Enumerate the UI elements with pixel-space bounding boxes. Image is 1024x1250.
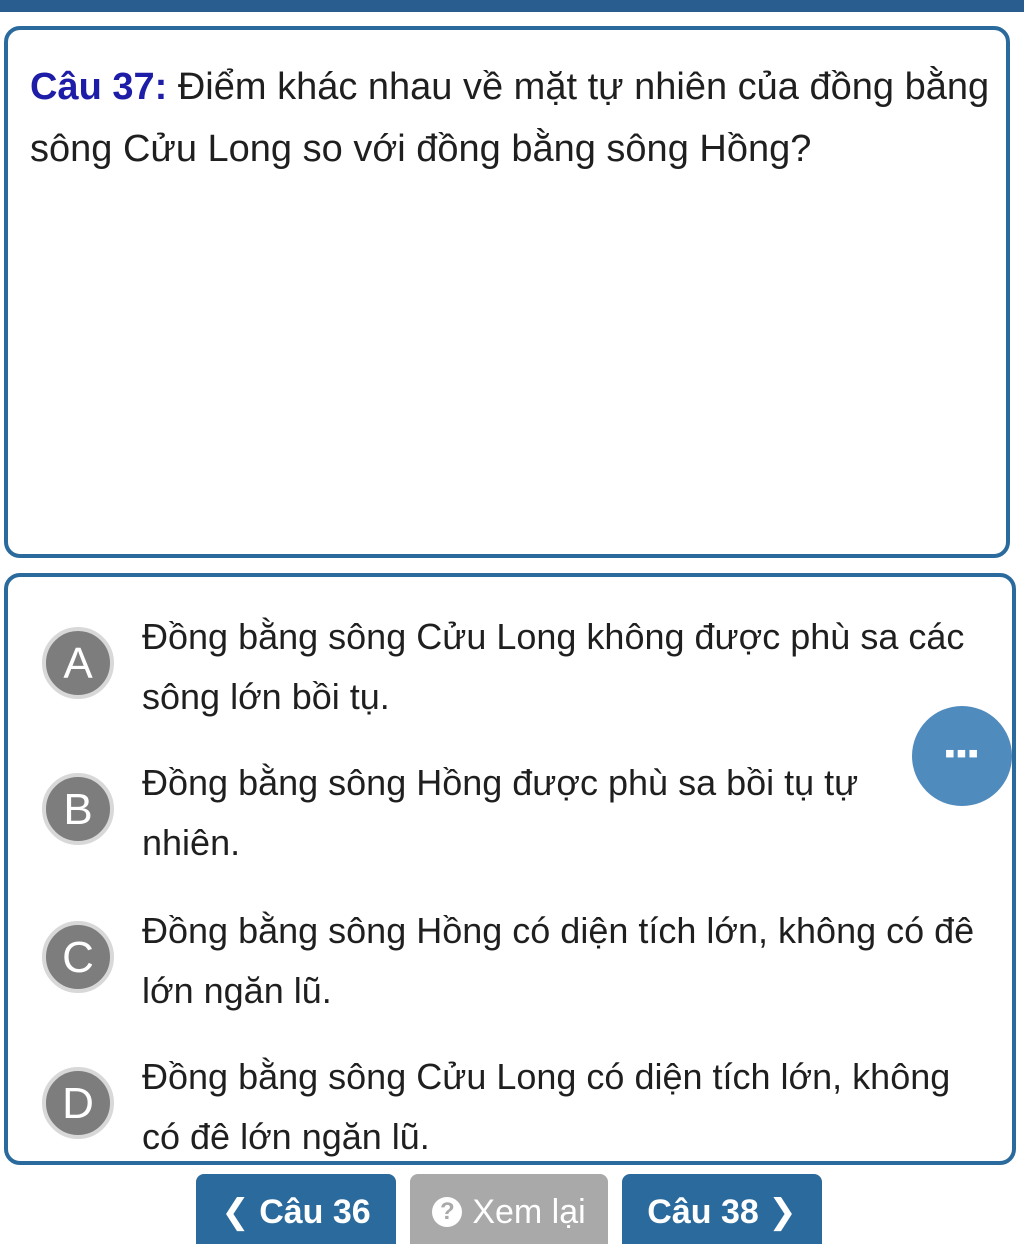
option-d-letter: D — [42, 1067, 114, 1139]
option-c[interactable]: C Đồng bằng sông Hồng có diện tích lớn, … — [8, 889, 988, 1019]
option-a[interactable]: A Đồng bằng sông Cửu Long không được phù… — [8, 595, 988, 725]
option-b-letter: B — [42, 773, 114, 845]
option-c-letter: C — [42, 921, 114, 993]
question-number: Câu 37: — [30, 66, 168, 108]
more-dots-icon: ▪▪▪ — [944, 737, 980, 770]
next-question-button[interactable]: Câu 38 ❯ — [622, 1174, 822, 1244]
top-strip — [0, 0, 1024, 12]
review-button[interactable]: ? Xem lại — [410, 1174, 608, 1244]
question-mark-icon: ? — [432, 1197, 463, 1227]
option-d[interactable]: D Đồng bằng sông Cửu Long có diện tích l… — [8, 1035, 988, 1165]
question-card: Câu 37: Điểm khác nhau về mặt tự nhiên c… — [4, 26, 1010, 558]
option-d-text: Đồng bằng sông Cửu Long có diện tích lớn… — [142, 1056, 951, 1157]
answers-card: A Đồng bằng sông Cửu Long không được phù… — [4, 573, 1016, 1165]
more-options-button[interactable]: ▪▪▪ — [912, 706, 1012, 806]
review-label: Xem lại — [472, 1193, 586, 1231]
prev-question-label: Câu 36 — [259, 1193, 371, 1231]
question-body: Điểm khác nhau về mặt tự nhiên của đồng … — [30, 66, 990, 170]
option-b-text: Đồng bằng sông Hồng được phù sa bồi tụ t… — [142, 762, 859, 863]
option-a-text: Đồng bằng sông Cửu Long không được phù s… — [142, 616, 965, 717]
question-text: Câu 37: Điểm khác nhau về mặt tự nhiên c… — [30, 56, 990, 180]
prev-question-button[interactable]: ❮ Câu 36 — [196, 1174, 396, 1244]
option-a-letter: A — [42, 627, 114, 699]
option-b[interactable]: B Đồng bằng sông Hồng được phù sa bồi tụ… — [8, 741, 988, 871]
option-c-text: Đồng bằng sông Hồng có diện tích lớn, kh… — [142, 910, 975, 1011]
next-question-label: Câu 38 — [647, 1193, 759, 1231]
